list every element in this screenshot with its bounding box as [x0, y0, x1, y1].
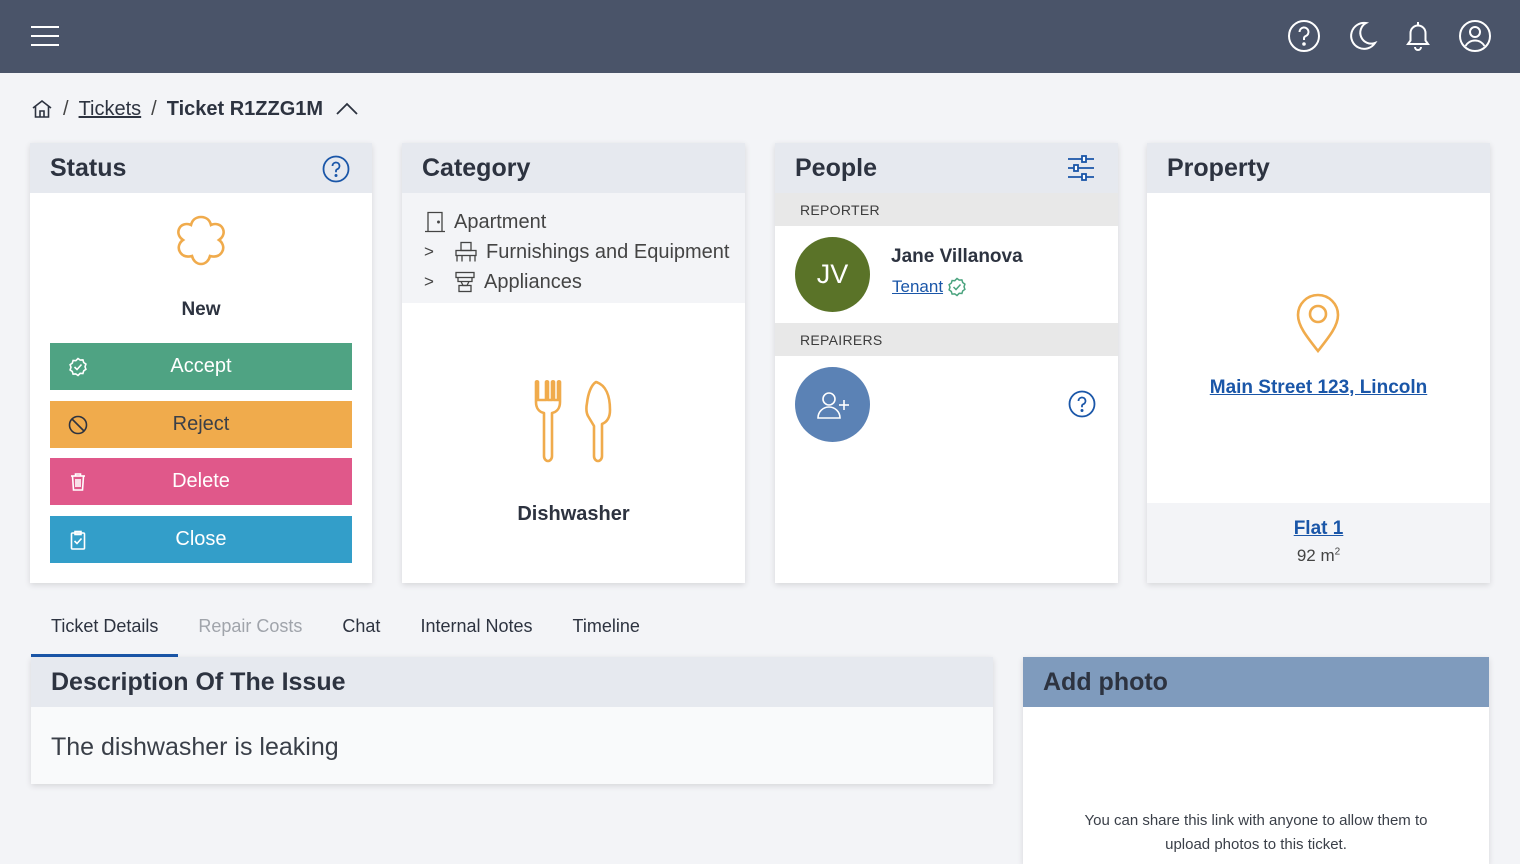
add-photo-info: You can share this link with anyone to a… — [1084, 812, 1428, 853]
help-icon[interactable] — [1068, 390, 1096, 423]
moon-icon[interactable] — [1344, 18, 1380, 54]
breadcrumb-tickets-link[interactable]: Tickets — [79, 98, 142, 121]
sliders-icon[interactable] — [1066, 155, 1096, 188]
add-photo-card: Add photo You can share this link with a… — [1023, 657, 1489, 864]
status-card-title: Status — [50, 153, 127, 182]
reporter-name: Jane Villanova — [891, 246, 1023, 267]
category-card-header: Category — [402, 143, 745, 193]
reject-button-label: Reject — [172, 413, 230, 435]
breadcrumb-separator: / — [151, 97, 157, 120]
verified-icon — [948, 277, 966, 297]
property-area-value: 92 m — [1296, 546, 1335, 565]
accept-button[interactable]: Accept — [50, 343, 352, 390]
bell-icon[interactable] — [1400, 18, 1436, 54]
category-tree: Apartment > Furnishings and Equipment > … — [402, 193, 745, 303]
tab-repair-costs[interactable]: Repair Costs — [178, 600, 322, 657]
people-card-header: People — [775, 143, 1118, 193]
property-area: 92 m2 — [1147, 546, 1490, 566]
category-tree-label: Appliances — [484, 270, 582, 293]
category-tree-item[interactable]: Apartment — [424, 207, 745, 237]
close-button[interactable]: Close — [50, 516, 352, 563]
category-tree-item[interactable]: > Furnishings and Equipment — [424, 237, 745, 267]
breadcrumb: / Tickets / Ticket R1ZZG1M — [31, 96, 359, 122]
category-card: Category Apartment > Furnishings and Equ… — [402, 143, 745, 583]
selected-category: Dishwasher — [517, 503, 630, 525]
people-card-title: People — [795, 153, 877, 182]
property-unit-link[interactable]: Flat 1 — [1147, 518, 1490, 540]
category-tree-chevron: > — [424, 272, 434, 291]
property-card-header: Property — [1147, 143, 1490, 193]
user-icon[interactable] — [1457, 18, 1493, 54]
top-navigation-bar — [0, 0, 1520, 73]
description-card-title: Description Of The Issue — [51, 667, 346, 696]
close-button-label: Close — [175, 528, 227, 550]
property-card: Property Main Street 123, Lincoln Flat 1… — [1147, 143, 1490, 583]
ticket-tabs: Ticket Details Repair Costs Chat Interna… — [31, 600, 660, 657]
furniture-icon — [455, 241, 477, 262]
tab-ticket-details[interactable]: Ticket Details — [31, 600, 179, 657]
help-icon[interactable] — [1286, 18, 1322, 54]
property-card-title: Property — [1167, 153, 1270, 182]
ban-icon — [68, 415, 88, 441]
property-unit-section: Flat 1 92 m2 — [1147, 503, 1490, 583]
add-user-icon — [816, 391, 849, 419]
help-icon[interactable] — [322, 155, 350, 190]
trash-icon — [68, 472, 88, 498]
check-badge-icon — [68, 357, 88, 383]
breadcrumb-separator: / — [63, 97, 69, 120]
tab-timeline[interactable]: Timeline — [553, 600, 660, 657]
status-card: Status New Accept Reject Delete Close — [30, 143, 372, 583]
reporter-section-label: REPORTER — [775, 193, 1118, 226]
status-card-header: Status — [30, 143, 372, 193]
menu-icon[interactable] — [27, 18, 63, 54]
accept-button-label: Accept — [170, 355, 232, 377]
tab-internal-notes[interactable]: Internal Notes — [400, 600, 552, 657]
property-area-unit-exponent: 2 — [1334, 546, 1341, 558]
category-tree-label: Apartment — [454, 210, 547, 233]
delete-button[interactable]: Delete — [50, 458, 352, 505]
new-status-icon — [168, 211, 234, 282]
people-card: People REPORTER JV Jane Villanova Tenant… — [775, 143, 1118, 583]
add-repairer-button[interactable] — [795, 367, 870, 442]
description-text: The dishwasher is leaking — [51, 733, 339, 761]
description-card: Description Of The Issue The dishwasher … — [31, 657, 993, 784]
category-tree-item[interactable]: > Appliances — [424, 267, 745, 297]
reporter-role-link[interactable]: Tenant — [892, 277, 967, 297]
breadcrumb-current: Ticket R1ZZG1M — [166, 97, 324, 120]
property-address-link[interactable]: Main Street 123, Lincoln — [1147, 377, 1490, 399]
delete-button-label: Delete — [172, 470, 230, 492]
category-tree-label: Furnishings and Equipment — [486, 240, 730, 263]
cutlery-icon — [532, 379, 616, 468]
repairers-section-label: REPAIRERS — [775, 323, 1118, 356]
clipboard-check-icon — [68, 530, 88, 556]
map-pin-icon — [1295, 293, 1341, 358]
avatar[interactable]: JV — [795, 237, 870, 312]
category-tree-chevron: > — [424, 242, 434, 261]
reject-button[interactable]: Reject — [50, 401, 352, 448]
reporter-role-label: Tenant — [892, 277, 944, 296]
add-photo-card-header: Add photo — [1023, 657, 1489, 707]
category-card-title: Category — [422, 153, 531, 182]
chevron-up-icon[interactable] — [335, 101, 359, 117]
door-icon — [425, 211, 445, 233]
home-icon[interactable] — [31, 99, 53, 119]
status-value: New — [181, 299, 221, 320]
tab-chat[interactable]: Chat — [322, 600, 400, 657]
add-photo-card-title: Add photo — [1043, 667, 1168, 696]
appliance-icon — [455, 271, 475, 293]
description-card-header: Description Of The Issue — [31, 657, 993, 707]
